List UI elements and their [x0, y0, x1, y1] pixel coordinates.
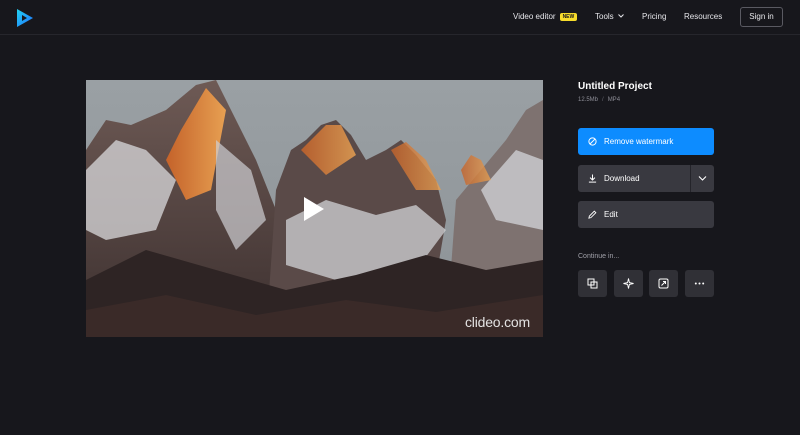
nav-resources-label: Resources — [684, 12, 723, 21]
nav-tools[interactable]: Tools — [595, 11, 624, 23]
merge-icon — [587, 278, 598, 289]
watermark-text: clideo.com — [465, 314, 530, 330]
download-icon — [588, 174, 597, 183]
continue-enhance-button[interactable] — [614, 270, 643, 297]
new-badge: NEW — [559, 13, 578, 21]
continue-merge-button[interactable] — [578, 270, 607, 297]
chevron-down-icon — [617, 14, 624, 18]
download-divider — [690, 165, 691, 192]
download-label: Download — [604, 174, 640, 183]
project-title: Untitled Project — [578, 81, 652, 92]
continue-crop-button[interactable] — [649, 270, 678, 297]
remove-watermark-label: Remove watermark — [604, 137, 674, 146]
nav-resources[interactable]: Resources — [684, 11, 722, 23]
nav-tools-label: Tools — [595, 12, 614, 21]
remove-watermark-button[interactable]: Remove watermark — [578, 128, 714, 155]
file-format: MP4 — [607, 97, 621, 103]
clideo-logo-icon[interactable] — [15, 8, 35, 28]
meta-separator: / — [602, 97, 604, 103]
continue-more-button[interactable] — [685, 270, 714, 297]
top-navbar: Video editor NEW Tools Pricing Resources … — [0, 0, 800, 35]
nav-pricing[interactable]: Pricing — [642, 11, 666, 23]
file-size: 12.5Mb — [578, 97, 599, 103]
nav-pricing-label: Pricing — [642, 12, 667, 21]
continue-in-label: Continue in... — [578, 253, 620, 260]
pencil-icon — [588, 210, 597, 219]
play-icon[interactable] — [303, 196, 325, 222]
no-watermark-icon — [588, 137, 597, 146]
more-icon — [694, 282, 705, 285]
download-options-chevron-icon[interactable] — [698, 175, 707, 182]
nav-video-editor[interactable]: Video editor NEW — [513, 11, 578, 23]
sparkle-icon — [623, 278, 634, 289]
edit-label: Edit — [604, 210, 618, 219]
crop-icon — [658, 278, 669, 289]
edit-button[interactable]: Edit — [578, 201, 714, 228]
nav-video-editor-label: Video editor — [513, 12, 556, 21]
sign-in-button[interactable]: Sign in — [740, 7, 783, 27]
file-meta: 12.5Mb / MP4 — [578, 97, 620, 103]
download-button[interactable]: Download — [578, 165, 714, 192]
